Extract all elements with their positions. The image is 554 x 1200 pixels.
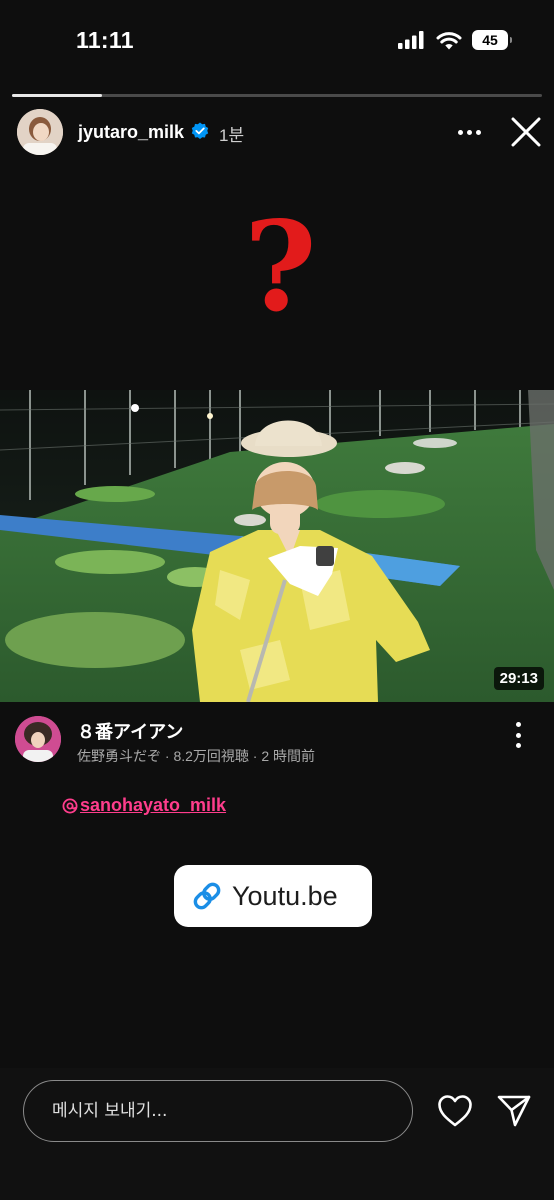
dot-icon	[515, 722, 521, 727]
profile-photo-icon	[17, 109, 63, 155]
story-header: jyutaro_milk 1분	[0, 104, 554, 160]
avatar[interactable]	[17, 109, 63, 155]
golf-range-photo	[0, 390, 554, 702]
dot-icon	[515, 732, 521, 738]
wifi-icon	[436, 31, 462, 49]
battery-indicator: 45	[472, 30, 512, 50]
mention-sticker[interactable]: sanohayato_milk	[62, 795, 226, 816]
story-timestamp: 1분	[219, 126, 245, 145]
more-options-button[interactable]	[450, 118, 488, 146]
message-input[interactable]	[23, 1080, 413, 1142]
channel-avatar[interactable]	[15, 716, 61, 762]
dot-icon	[515, 743, 521, 748]
verified-badge-icon	[191, 122, 209, 139]
video-info: ８番アイアン 佐野勇斗だぞ · 8.2万回視聴 · 2 時間前	[0, 712, 554, 776]
cellular-signal-icon	[398, 31, 424, 49]
dot-icon	[457, 129, 463, 135]
close-icon[interactable]	[508, 114, 544, 150]
story-progress-bar	[12, 94, 542, 97]
video-title[interactable]: ８番アイアン	[77, 718, 183, 744]
story-username[interactable]: jyutaro_milk	[78, 122, 184, 143]
dot-icon	[475, 129, 481, 135]
status-bar: 11:11 45	[0, 0, 554, 84]
mention-username: sanohayato_milk	[80, 795, 227, 815]
link-sticker-label: Youtu.be	[232, 880, 338, 911]
heart-icon[interactable]	[437, 1094, 473, 1128]
dot-icon	[466, 129, 472, 135]
story-progress-fill	[12, 94, 103, 97]
send-icon[interactable]	[496, 1093, 532, 1129]
reply-bar	[0, 1068, 554, 1200]
video-meta: 佐野勇斗だぞ · 8.2万回視聴 · 2 時間前	[77, 748, 316, 764]
channel-photo-icon	[15, 716, 61, 762]
video-duration: 29:13	[493, 667, 544, 690]
status-time: 11:11	[76, 27, 134, 53]
question-mark-sticker: ?	[244, 195, 317, 340]
video-options-button[interactable]	[510, 722, 526, 748]
battery-level: 45	[482, 32, 498, 48]
link-sticker[interactable]: Youtu.be	[174, 865, 372, 927]
status-icons: 45	[398, 30, 512, 50]
link-icon	[193, 882, 221, 910]
video-thumbnail[interactable]: 29:13	[0, 390, 554, 702]
at-sign-icon	[62, 798, 78, 813]
